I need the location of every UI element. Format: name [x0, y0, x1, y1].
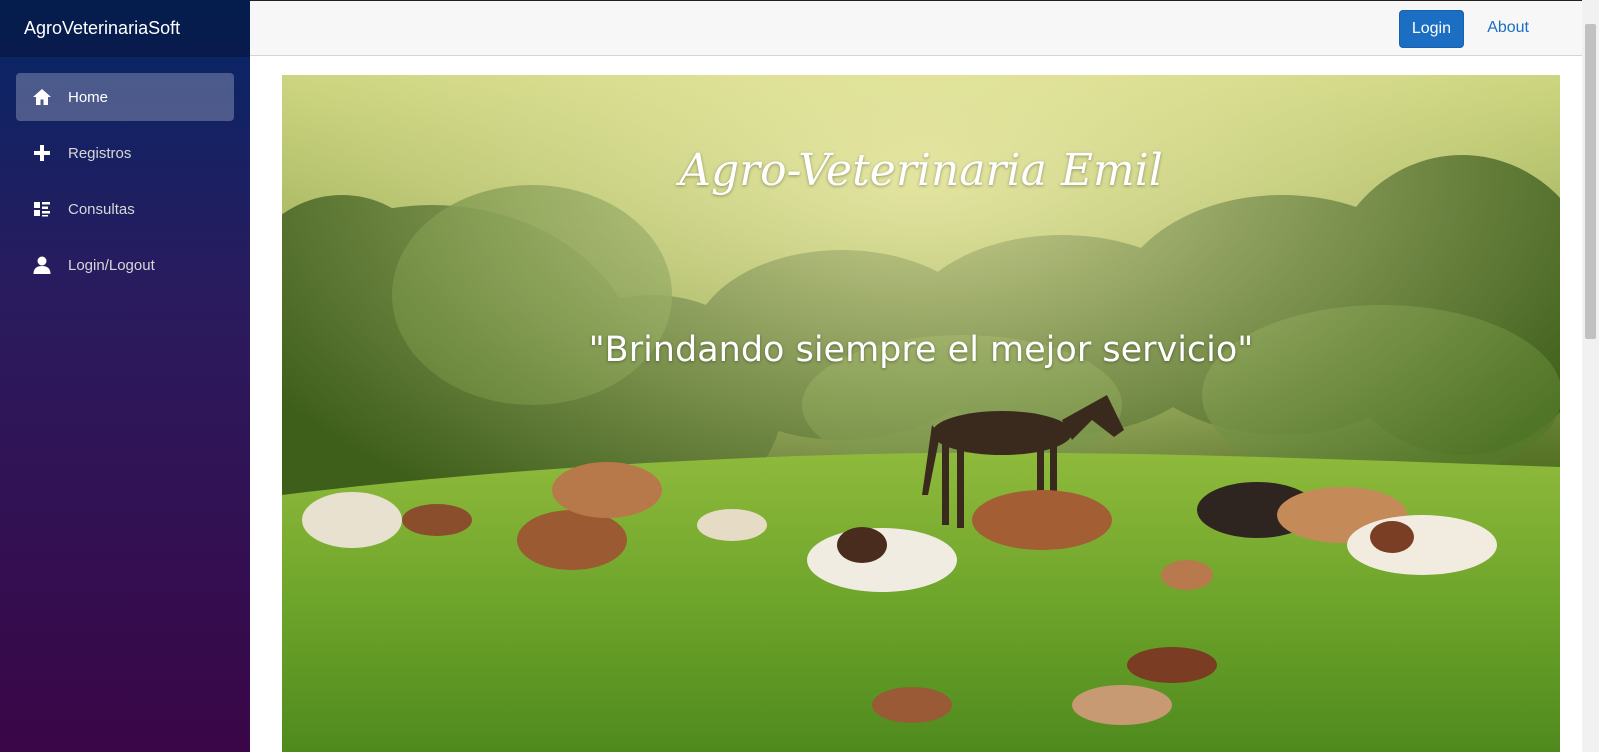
sidebar-item-registros[interactable]: Registros — [16, 129, 234, 177]
sidebar-item-login-logout[interactable]: Login/Logout — [16, 241, 234, 289]
home-icon — [32, 87, 52, 107]
person-icon — [32, 255, 52, 275]
plus-icon — [32, 143, 52, 163]
sidebar-item-label: Registros — [68, 144, 132, 162]
hero-banner: Agro-Veterinaria Emil "Brindando siempre… — [282, 75, 1560, 752]
about-link[interactable]: About — [1487, 19, 1529, 37]
app-brand[interactable]: AgroVeterinariaSoft — [0, 0, 250, 57]
scrollbar-thumb[interactable] — [1585, 24, 1596, 339]
sidebar-item-label: Home — [68, 88, 109, 106]
list-icon — [32, 199, 52, 219]
top-bar: Login About — [250, 0, 1599, 56]
hero-slogan: "Brindando siempre el mejor servicio" — [588, 330, 1254, 370]
sidebar-item-label: Consultas — [68, 200, 135, 218]
sidebar-nav: Home Registros Consultas Login/Logout — [0, 57, 250, 289]
sidebar: AgroVeterinariaSoft Home Registros Consu… — [0, 0, 250, 752]
sidebar-item-label: Login/Logout — [68, 256, 155, 274]
login-button[interactable]: Login — [1398, 10, 1464, 48]
sidebar-item-home[interactable]: Home — [16, 73, 234, 121]
sidebar-item-consultas[interactable]: Consultas — [16, 185, 234, 233]
vertical-scrollbar[interactable] — [1582, 0, 1599, 752]
hero-title: Agro-Veterinaria Emil — [679, 145, 1163, 196]
